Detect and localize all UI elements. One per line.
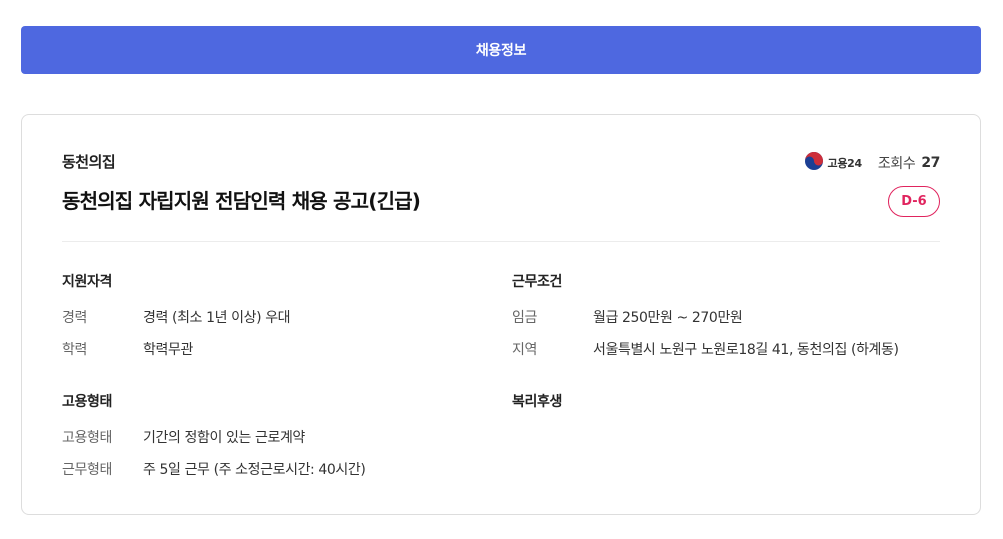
row-label: 임금 <box>512 310 537 326</box>
dday-badge: D-6 <box>888 186 940 217</box>
row-label: 학력 <box>62 342 87 358</box>
detail-row: 임금 월급 250만원 ~ 270만원 <box>512 307 743 327</box>
employment-section: 고용형태 고용형태 기간의 정함이 있는 근로계약 근무형태 주 5일 근무 (… <box>62 391 482 491</box>
detail-row: 경력 경력 (최소 1년 이상) 우대 <box>62 307 291 327</box>
row-label: 근무형태 <box>62 462 112 478</box>
detail-row: 학력 학력무관 <box>62 339 193 359</box>
detail-row: 근무형태 주 5일 근무 (주 소정근로시간: 40시간) <box>62 459 366 479</box>
row-label: 고용형태 <box>62 430 112 446</box>
welfare-section: 복리후생 <box>512 391 942 431</box>
source-info: 고용24 조회수 27 <box>804 151 941 175</box>
taegeuk-icon <box>804 151 824 175</box>
detail-row: 지역 서울특별시 노원구 노원로18길 41, 동천의집 (하계동) <box>512 339 899 359</box>
company-name: 동천의집 <box>62 153 116 171</box>
source-logo: 고용24 <box>804 151 862 175</box>
row-value: 학력무관 <box>143 342 193 358</box>
row-value: 경력 (최소 1년 이상) 우대 <box>143 310 291 326</box>
row-value: 월급 250만원 ~ 270만원 <box>593 310 743 326</box>
views-count: 27 <box>921 155 940 171</box>
job-title: 동천의집 자립지원 전담인력 채용 공고(긴급) <box>62 189 421 213</box>
views-label: 조회수 <box>877 156 916 172</box>
section-title-conditions: 근무조건 <box>512 274 562 290</box>
row-label: 지역 <box>512 342 537 358</box>
divider <box>62 241 940 242</box>
job-info-button[interactable]: 채용정보 <box>21 26 981 74</box>
section-title-welfare: 복리후생 <box>512 394 562 410</box>
row-value: 기간의 정함이 있는 근로계약 <box>143 430 305 446</box>
row-label: 경력 <box>62 310 87 326</box>
section-title-qualification: 지원자격 <box>62 274 112 290</box>
detail-row: 고용형태 기간의 정함이 있는 근로계약 <box>62 427 305 447</box>
job-card: 동천의집 동천의집 자립지원 전담인력 채용 공고(긴급) 고용24 조회수 2… <box>21 114 981 515</box>
row-value: 주 5일 근무 (주 소정근로시간: 40시간) <box>143 462 366 478</box>
view-count: 조회수 27 <box>877 153 941 173</box>
conditions-section: 근무조건 임금 월급 250만원 ~ 270만원 지역 서울특별시 노원구 노원… <box>512 271 942 371</box>
job-info-button-label: 채용정보 <box>475 43 527 59</box>
row-value: 서울특별시 노원구 노원로18길 41, 동천의집 (하계동) <box>593 342 899 358</box>
qualification-section: 지원자격 경력 경력 (최소 1년 이상) 우대 학력 학력무관 <box>62 271 482 371</box>
source-name: 고용24 <box>827 157 863 170</box>
section-title-employment: 고용형태 <box>62 394 112 410</box>
